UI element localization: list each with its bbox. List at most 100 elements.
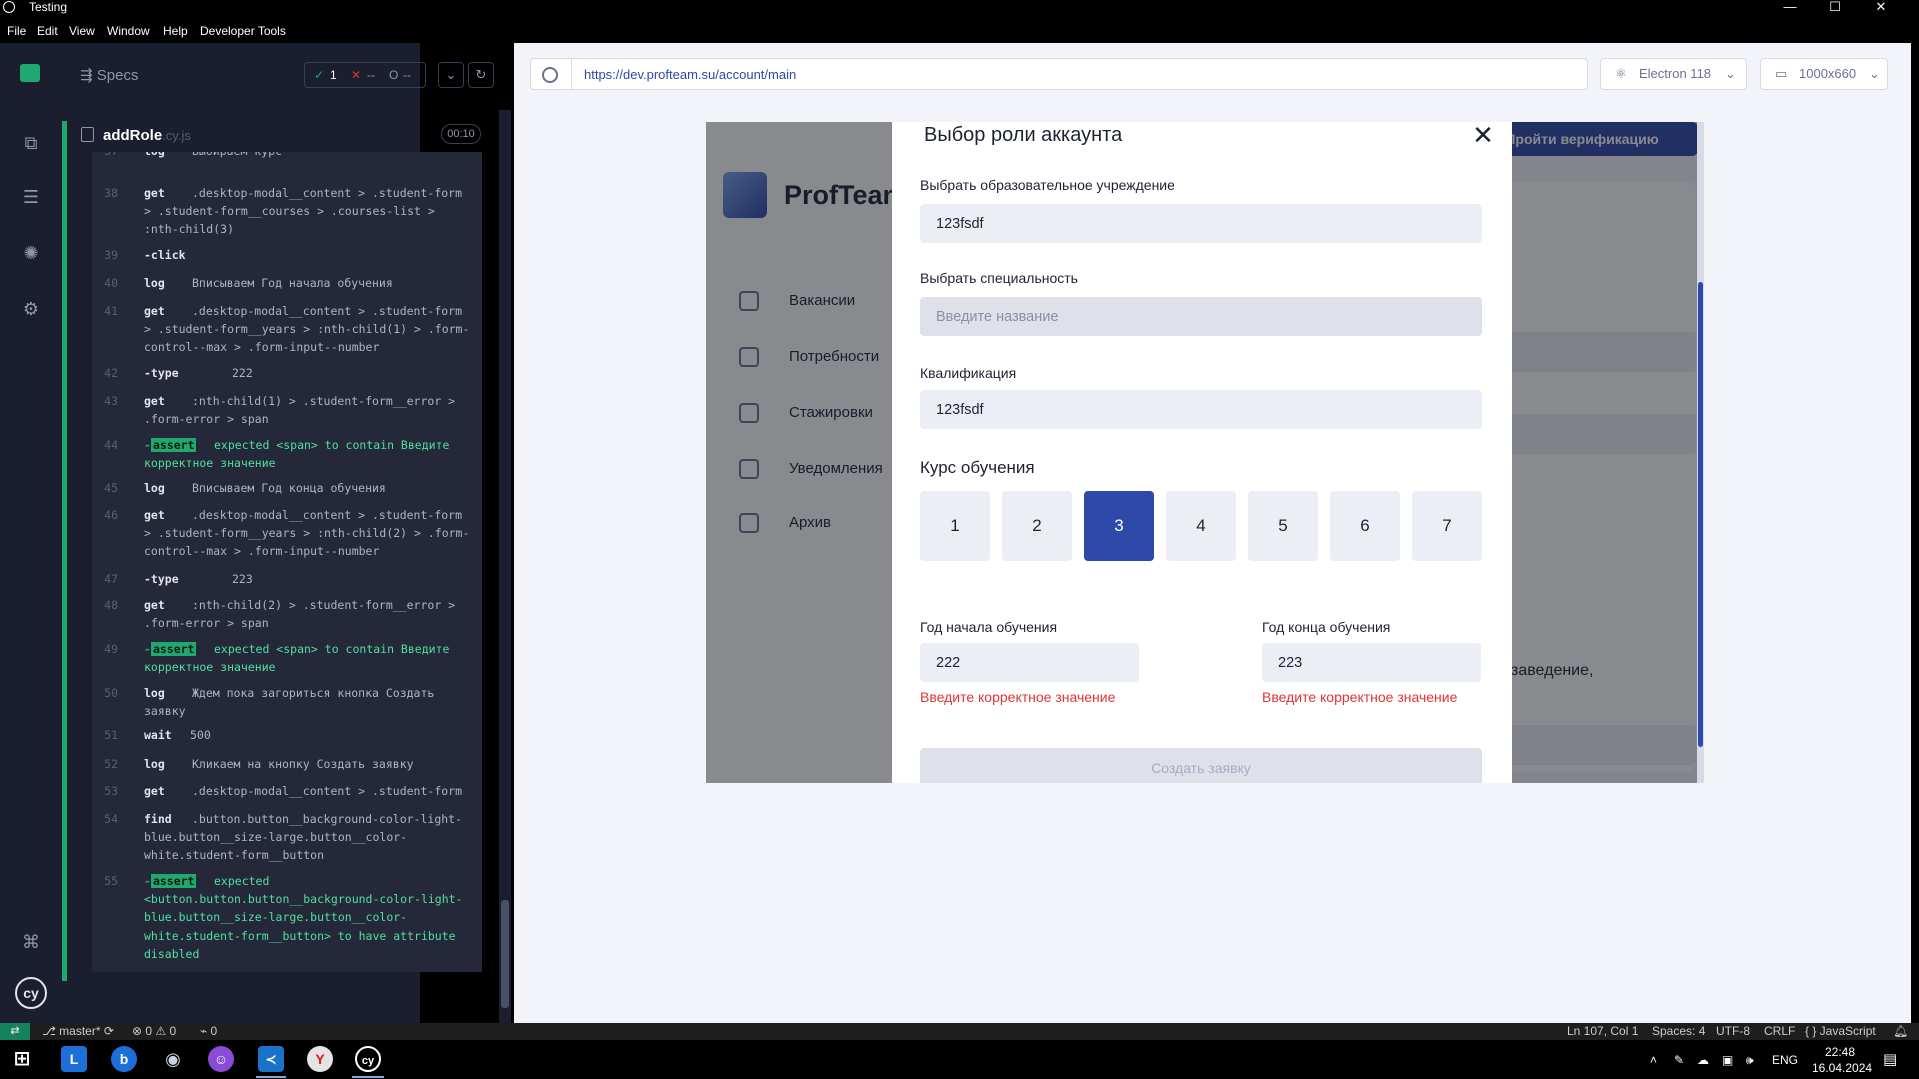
menu-help[interactable]: Help (163, 24, 188, 38)
browser-app-icon[interactable]: b (111, 1046, 137, 1072)
code-icon[interactable]: ⧉ (20, 132, 42, 154)
encoding-status[interactable]: UTF-8 (1716, 1024, 1750, 1038)
specs-header[interactable]: ⇶ Specs (80, 66, 138, 84)
viewport-scrollbar[interactable] (1697, 122, 1704, 783)
course-button-4[interactable]: 4 (1166, 491, 1236, 561)
yandex-browser-icon[interactable]: Y (307, 1046, 333, 1072)
pending-icon: O (389, 68, 399, 82)
menu-developer-tools[interactable]: Developer Tools (200, 24, 286, 38)
cypress-logo[interactable]: cy (15, 977, 47, 1009)
end-year-label: Год конца обучения (1262, 619, 1391, 635)
keyboard-shortcut-icon[interactable]: ⌘ (20, 931, 42, 953)
language-status[interactable]: { } JavaScript (1805, 1024, 1876, 1038)
system-clock[interactable]: 22:48 16.04.2024 (1812, 1044, 1872, 1076)
menu-file[interactable]: File (7, 24, 26, 38)
menu-bar: File Edit View Window Help Developer Too… (0, 22, 1919, 43)
navigation-rail: ⧉ ☰ ✺ ⚙ ⌘ cy (0, 43, 62, 1023)
close-window-button[interactable]: ✕ (1858, 0, 1904, 14)
course-button-6[interactable]: 6 (1330, 491, 1400, 561)
viewport-icon: ▭ (1775, 66, 1788, 81)
chevron-down-icon[interactable]: ⌄ (438, 62, 464, 88)
menu-window[interactable]: Window (107, 24, 150, 38)
volume-icon[interactable]: 🕪︎ (1746, 1053, 1754, 1068)
scrollbar-thumb[interactable] (1698, 282, 1703, 747)
list-icon[interactable]: ☰ (20, 186, 42, 208)
minimize-button[interactable]: — (1767, 0, 1813, 14)
viewport-size[interactable]: ▭ 1000x660 ⌄ (1760, 58, 1888, 90)
steam-icon[interactable]: ◉ (160, 1046, 186, 1072)
cypress-taskbar-icon[interactable]: cy (355, 1046, 381, 1072)
menu-view[interactable]: View (69, 24, 95, 38)
indentation-status[interactable]: Spaces: 4 (1652, 1024, 1705, 1038)
spec-file-name[interactable]: addRole.cy.js (103, 127, 191, 144)
passed-count: 1 (330, 68, 337, 82)
chevron-down-icon: ⌄ (1869, 66, 1880, 81)
chevron-down-icon: ⌄ (1725, 66, 1736, 81)
eol-status[interactable]: CRLF (1764, 1024, 1795, 1038)
discord-icon[interactable]: ☺ (208, 1046, 234, 1072)
electron-icon: ⚛ (1615, 66, 1627, 81)
cursor-position[interactable]: Ln 107, Col 1 (1567, 1024, 1638, 1038)
settings-icon[interactable]: ⚙ (20, 298, 42, 320)
ports-status[interactable]: ⌁ 0 (200, 1024, 217, 1038)
end-year-error: Введите корректное значение (1262, 689, 1458, 705)
bell-icon[interactable]: 🔔︎ (1893, 1024, 1908, 1038)
pen-icon[interactable]: ✎ (1674, 1053, 1684, 1067)
create-request-button[interactable]: Создать заявку (920, 748, 1482, 783)
institution-label: Выбрать образовательное учреждение (920, 177, 1175, 193)
input-language[interactable]: ENG (1772, 1053, 1798, 1067)
failed-icon: ✕ (351, 68, 362, 82)
command-log-scrollbar[interactable] (499, 110, 511, 1025)
modal-title: Выбор роли аккаунта (924, 124, 1123, 146)
file-icon (81, 127, 94, 142)
course-button-7[interactable]: 7 (1412, 491, 1482, 561)
scrollbar-thumb[interactable] (501, 900, 509, 1008)
course-button-1[interactable]: 1 (920, 491, 990, 561)
pass-indicator-strip (62, 121, 67, 981)
close-icon[interactable]: ✕ (1470, 122, 1496, 148)
rerun-icon[interactable]: ↻ (468, 62, 494, 88)
course-button-5[interactable]: 5 (1248, 491, 1318, 561)
app-under-test: ProfTeam Вакансии Потребности Стажировки… (706, 122, 1704, 783)
maximize-button[interactable]: ☐ (1812, 0, 1858, 14)
branch-status[interactable]: ⎇ master* ⟳ (42, 1024, 114, 1038)
end-year-input[interactable] (1262, 643, 1481, 682)
start-year-input[interactable] (920, 643, 1139, 682)
course-label: Курс обучения (920, 458, 1035, 477)
test-stats: ✓ 1 ✕ -- O -- (304, 62, 426, 88)
qualification-input[interactable] (920, 390, 1482, 429)
qualification-label: Квалификация (920, 365, 1017, 381)
remote-icon[interactable]: ⇄ (0, 1023, 30, 1040)
notifications-icon[interactable]: ▤ (1883, 1050, 1897, 1068)
specs-nav-icon[interactable] (20, 64, 40, 82)
network-icon[interactable]: ▣ (1722, 1053, 1733, 1067)
debug-icon[interactable]: ✺ (20, 242, 42, 264)
course-button-2[interactable]: 2 (1002, 491, 1072, 561)
failed-count: -- (367, 68, 375, 82)
tray-chevron-icon[interactable]: ˄ (1650, 1053, 1657, 1067)
pending-count: -- (403, 68, 411, 82)
institution-input[interactable] (920, 204, 1482, 243)
url-bar[interactable]: https://dev.profteam.su/account/main (530, 58, 1588, 90)
title-bar: Testing — ☐ ✕ (0, 0, 1919, 14)
windows-start-icon[interactable]: ⊞ (9, 1046, 35, 1072)
role-select-modal: Выбор роли аккаунта ✕ Выбрать образовате… (892, 122, 1512, 783)
browser-select[interactable]: ⚛ Electron 118 ⌄ (1600, 58, 1747, 90)
specs-icon: ⇶ (80, 67, 97, 84)
cypress-app-icon (3, 1, 15, 13)
window-title: Testing (29, 0, 68, 14)
taskbar: ⊞ L b ◉ ☺ ≺ Y cy ˄ ✎ ☁ ▣ 🕪︎ ENG 22:48 16.… (0, 1040, 1919, 1079)
start-year-error: Введите корректное значение (920, 689, 1116, 705)
course-button-3[interactable]: 3 (1084, 491, 1154, 561)
selector-playground-icon[interactable] (542, 67, 558, 83)
command-log: 37logВыбираем курс 38get.desktop-modal__… (92, 152, 482, 972)
specialty-label: Выбрать специальность (920, 270, 1078, 286)
onedrive-icon[interactable]: ☁ (1697, 1053, 1709, 1067)
vscode-icon[interactable]: ≺ (258, 1046, 284, 1072)
menu-edit[interactable]: Edit (37, 24, 58, 38)
spec-duration: 00:10 (441, 124, 481, 144)
problems-status[interactable]: ⊗ 0 ⚠ 0 (132, 1024, 176, 1038)
app-l-icon[interactable]: L (61, 1046, 87, 1072)
specialty-input[interactable] (920, 297, 1482, 336)
url-text[interactable]: https://dev.profteam.su/account/main (584, 67, 796, 82)
